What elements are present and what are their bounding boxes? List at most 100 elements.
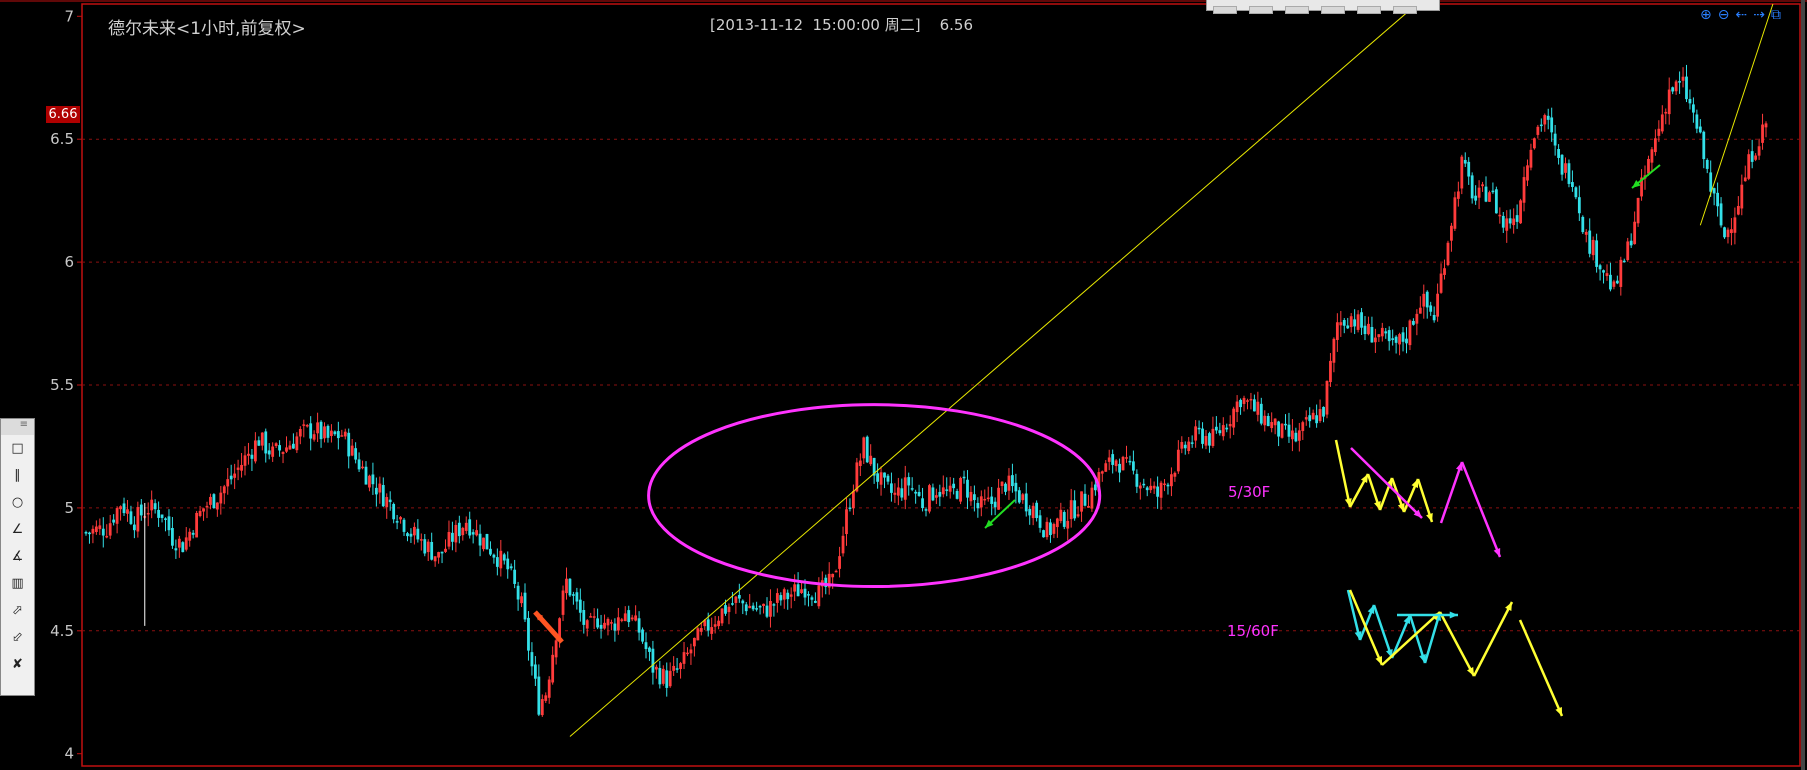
candle-body [198, 510, 202, 516]
candle-body [101, 528, 105, 536]
candle-body [1595, 240, 1599, 267]
candle-body [1629, 240, 1633, 246]
candle-body [782, 589, 786, 600]
candle-body [146, 512, 150, 515]
candle-body [392, 503, 396, 520]
toolbar-button[interactable] [1357, 6, 1381, 14]
candle-body [578, 599, 582, 613]
candle-body [585, 620, 589, 629]
candle-body [395, 521, 399, 523]
candle-body [416, 528, 420, 540]
candle-body [551, 654, 555, 683]
candle-body [890, 483, 893, 493]
candle-body [195, 512, 199, 538]
candle-body [841, 535, 845, 554]
candle-body [1626, 241, 1630, 261]
zoom-out-icon[interactable]: ⊖ [1718, 7, 1730, 25]
candle-body [1508, 218, 1512, 224]
candle-body [1190, 442, 1194, 444]
candle-body [917, 492, 921, 496]
candle-body [959, 477, 962, 502]
candle-body [623, 613, 627, 622]
candle-body [129, 511, 133, 524]
candle-body [461, 527, 465, 536]
candle-body [1111, 454, 1115, 465]
candle-body [852, 491, 855, 509]
candle-body [755, 608, 759, 610]
candle-body [775, 593, 779, 603]
candle-body [1515, 215, 1519, 222]
candle-body [1650, 149, 1654, 163]
candle-body [1405, 338, 1408, 344]
candle-body [986, 497, 990, 500]
zoom-in-icon[interactable]: ⊕ [1700, 7, 1712, 25]
candle-body [112, 519, 116, 523]
candle-body [610, 622, 613, 624]
candle-body [378, 483, 382, 493]
candle-body [1135, 473, 1139, 487]
toolbar-grip[interactable]: ≡ [1, 419, 34, 435]
toolbar-button[interactable] [1393, 6, 1417, 14]
candle-body [115, 508, 119, 524]
y-tick-label: 6.5 [50, 130, 74, 148]
candle-body [1028, 508, 1032, 516]
angle-icon[interactable]: ∠ [1, 516, 34, 543]
toolbar-button[interactable] [1285, 6, 1309, 14]
candle-body [184, 537, 188, 550]
green-arrow-icon[interactable]: ⬃ [1, 624, 34, 651]
candle-body [668, 670, 672, 687]
candle-body [84, 532, 88, 534]
candle-body [499, 550, 503, 569]
parallel-lines-icon[interactable]: ∥ [1, 462, 34, 489]
candle-body [1736, 205, 1740, 215]
candle-body [1460, 156, 1464, 189]
candle-body [1380, 327, 1384, 337]
candle-body [1633, 221, 1637, 245]
magenta-zigzag [1439, 461, 1464, 524]
arrow-left-icon[interactable]: ⇠ [1735, 7, 1747, 25]
candle-body [1550, 117, 1554, 133]
candle-body [533, 664, 537, 679]
candle-body [1035, 502, 1039, 519]
candle-body [1270, 422, 1274, 429]
candle-body [309, 423, 313, 439]
histogram-icon[interactable]: ▥ [1, 570, 34, 597]
toolbar-button[interactable] [1249, 6, 1273, 14]
top-toolbar[interactable] [1206, 0, 1440, 14]
candle-body [1342, 320, 1346, 326]
fibonacci-icon[interactable]: ∡ [1, 543, 34, 570]
candle-body [426, 541, 430, 553]
candle-body [91, 528, 95, 534]
window-icon[interactable]: ⧉ [1771, 7, 1781, 25]
toolbar-button[interactable] [1213, 6, 1237, 14]
candle-body [641, 629, 644, 642]
red-arrow-icon[interactable]: ⬀ [1, 597, 34, 624]
candle-body [347, 432, 351, 457]
candle-body [1747, 154, 1751, 179]
candle-body [509, 566, 513, 569]
arrow-right-icon[interactable]: ⇢ [1753, 7, 1765, 25]
candle-body [692, 637, 696, 647]
delete-icon[interactable]: ✘ [1, 651, 34, 678]
candle-body [717, 620, 720, 627]
candle-body [1412, 320, 1415, 325]
candle-body [1453, 197, 1457, 229]
candle-body [354, 448, 358, 460]
candle-body [202, 508, 205, 512]
candle-body [278, 445, 281, 451]
candle-body [1667, 89, 1671, 115]
ellipse-icon[interactable]: ○ [1, 489, 34, 516]
candle-body [1598, 265, 1602, 270]
rectangle-icon[interactable]: □ [1, 435, 34, 462]
candle-body [1692, 104, 1695, 113]
candle-body [1619, 259, 1623, 287]
candle-body [876, 473, 880, 482]
price-chart[interactable]: 7 6.5 6 5.5 5 4.5 4 [0, 0, 1807, 770]
candle-body [1159, 482, 1163, 498]
candle-body [1539, 124, 1543, 127]
toolbar-button[interactable] [1321, 6, 1345, 14]
consolidation-ellipse [647, 403, 1102, 589]
candle-body [1501, 215, 1505, 228]
candle-body [126, 509, 129, 514]
candle-body [1408, 320, 1412, 346]
